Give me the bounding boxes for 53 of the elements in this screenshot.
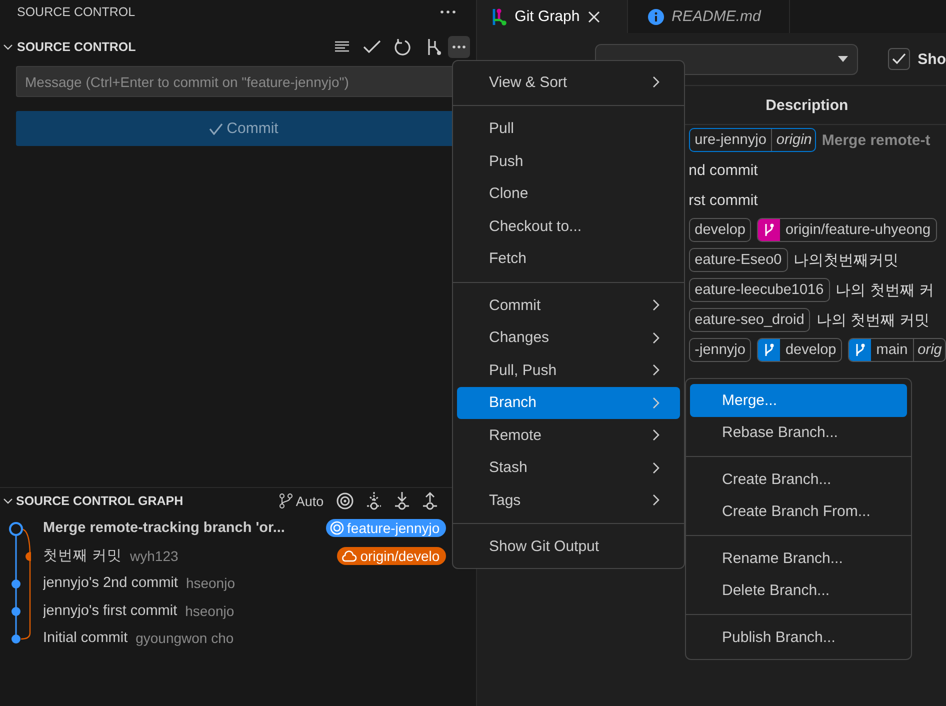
branch-badge: origin/feature-uhyeong <box>757 218 937 242</box>
section-title: SOURCE CONTROL GRAPH <box>16 494 184 508</box>
commit-message: rst commit <box>688 192 758 208</box>
branch-badge: -jennyjo <box>688 338 752 362</box>
menu-item[interactable]: Pull, Push <box>457 354 680 386</box>
menu-item[interactable]: Rename Branch... <box>690 542 907 574</box>
menu-item[interactable]: Fetch <box>457 242 680 275</box>
commit-message[interactable]: Initial commit <box>43 630 128 646</box>
menu-item[interactable]: Changes <box>457 322 680 354</box>
menu-item[interactable]: Create Branch From... <box>690 496 907 528</box>
branch-badge: eature-Eseo0 <box>688 248 788 272</box>
commit-message: 나의첫번째커밋 <box>794 250 899 270</box>
editor-tab[interactable]: README.md <box>628 0 790 33</box>
menu-item[interactable]: Checkout to... <box>457 210 680 242</box>
commit-message: Merge remote-t <box>822 132 930 148</box>
editor-tab[interactable]: Git Graph <box>476 0 628 33</box>
branch-badge: develop <box>757 338 842 362</box>
commit-message: 나의 첫번째 커밋 <box>816 310 930 330</box>
branch-badge: ure-jennyjo origin <box>688 128 816 152</box>
menu-item[interactable]: Commit <box>457 289 680 322</box>
commit-message[interactable]: 첫번째 커밋 <box>43 546 122 566</box>
menu-item[interactable]: Rebase Branch... <box>690 416 907 449</box>
menu-item[interactable]: Publish Branch... <box>690 621 907 654</box>
menu-item[interactable]: Create Branch... <box>690 463 907 496</box>
branch-badge: feature-jennyjo <box>326 519 446 538</box>
commit-author: hseonjo <box>186 575 235 592</box>
commit-message[interactable]: jennyjo's 2nd commit <box>43 575 178 592</box>
menu-item[interactable]: Tags <box>457 484 680 516</box>
branch-badge: eature-leecube1016 <box>688 278 830 302</box>
branch-badge: main orig <box>848 338 946 362</box>
branch-badge: origin/develo <box>337 546 446 565</box>
menu-item[interactable]: Stash <box>457 452 680 484</box>
menu-item[interactable]: Clone <box>457 178 680 210</box>
branch-badge: eature-seo_droid <box>688 308 810 332</box>
commit-message: nd commit <box>688 162 758 178</box>
section-title: SOURCE CONTROL <box>17 40 136 54</box>
branch-badge: develop <box>688 218 752 242</box>
menu-item[interactable]: Show Git Output <box>457 530 680 563</box>
checkbox-label: Sho <box>918 50 946 68</box>
commit-author: gyoungwon cho <box>136 630 234 646</box>
auto-button[interactable]: Auto <box>278 493 324 509</box>
commit-message[interactable]: Merge remote-tracking branch 'or... <box>43 520 285 536</box>
commit-message: 나의 첫번째 커 <box>836 280 934 300</box>
commit-author: wyh123 <box>130 548 178 564</box>
commit-message[interactable]: jennyjo's first commit <box>43 602 178 619</box>
menu-item[interactable]: Delete Branch... <box>690 574 907 607</box>
column-header: Description <box>766 96 848 114</box>
menu-item[interactable]: Branch <box>457 386 680 419</box>
sidebar-title: SOURCE CONTROL <box>17 5 136 19</box>
menu-item[interactable]: Remote <box>457 419 680 452</box>
commit-author: hseonjo <box>185 602 234 619</box>
menu-item[interactable]: Merge... <box>690 384 907 416</box>
menu-item[interactable]: Push <box>457 145 680 178</box>
